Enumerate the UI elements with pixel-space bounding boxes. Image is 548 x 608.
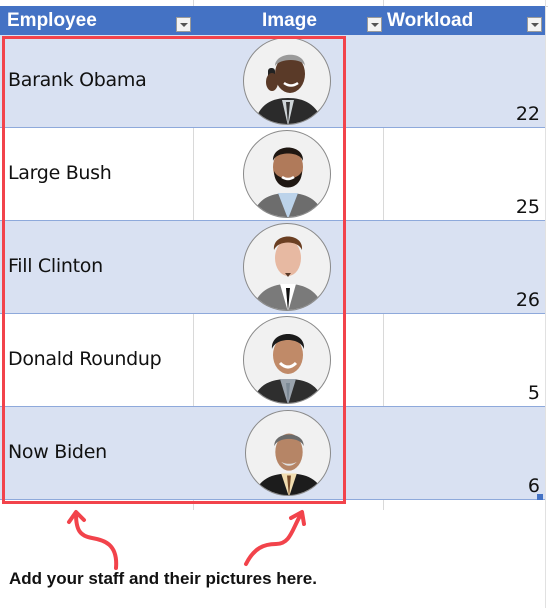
instruction-caption: Add your staff and their pictures here.	[9, 569, 317, 588]
filter-dropdown-icon[interactable]	[176, 17, 191, 32]
table-row[interactable]: Fill Clinton 26	[0, 221, 545, 314]
header-label: Employee	[7, 10, 97, 31]
workload-value[interactable]: 26	[516, 289, 540, 311]
employee-photo[interactable]	[243, 37, 331, 125]
gridline	[383, 314, 384, 406]
table-row[interactable]: Donald Roundup 5	[0, 314, 545, 407]
header-label: Workload	[387, 10, 474, 31]
workload-value[interactable]: 25	[516, 196, 540, 218]
employee-name[interactable]: Now Biden	[8, 441, 107, 463]
filter-dropdown-icon[interactable]	[367, 17, 382, 32]
workload-value[interactable]: 5	[528, 382, 540, 404]
employee-name[interactable]: Donald Roundup	[8, 348, 162, 370]
filter-dropdown-icon[interactable]	[527, 17, 542, 32]
header-workload[interactable]: Workload	[384, 6, 545, 35]
header-image[interactable]: Image	[193, 6, 384, 35]
table-row[interactable]: Large Bush 25	[0, 128, 545, 221]
gridline	[193, 314, 194, 406]
table-row[interactable]: Now Biden 6	[0, 407, 545, 500]
employee-photo[interactable]	[243, 316, 331, 404]
table-header-row: Employee Image Workload	[0, 6, 545, 35]
annotation-arrows	[67, 510, 306, 570]
employee-name[interactable]: Barank Obama	[8, 69, 147, 91]
spreadsheet: Employee Image Workload Barank Obama 22 …	[0, 0, 548, 608]
employee-name[interactable]: Fill Clinton	[8, 255, 103, 277]
workload-value[interactable]: 22	[516, 103, 540, 125]
arrow-icon	[244, 510, 306, 566]
table-row[interactable]: Barank Obama 22	[0, 35, 545, 128]
employee-photo[interactable]	[243, 130, 331, 218]
employee-photo[interactable]	[245, 410, 331, 496]
gridline	[383, 128, 384, 220]
employee-name[interactable]: Large Bush	[8, 162, 112, 184]
header-employee[interactable]: Employee	[0, 6, 193, 35]
arrow-icon	[67, 510, 119, 570]
employee-photo[interactable]	[243, 223, 331, 311]
gridline	[193, 128, 194, 220]
header-label: Image	[262, 10, 317, 31]
